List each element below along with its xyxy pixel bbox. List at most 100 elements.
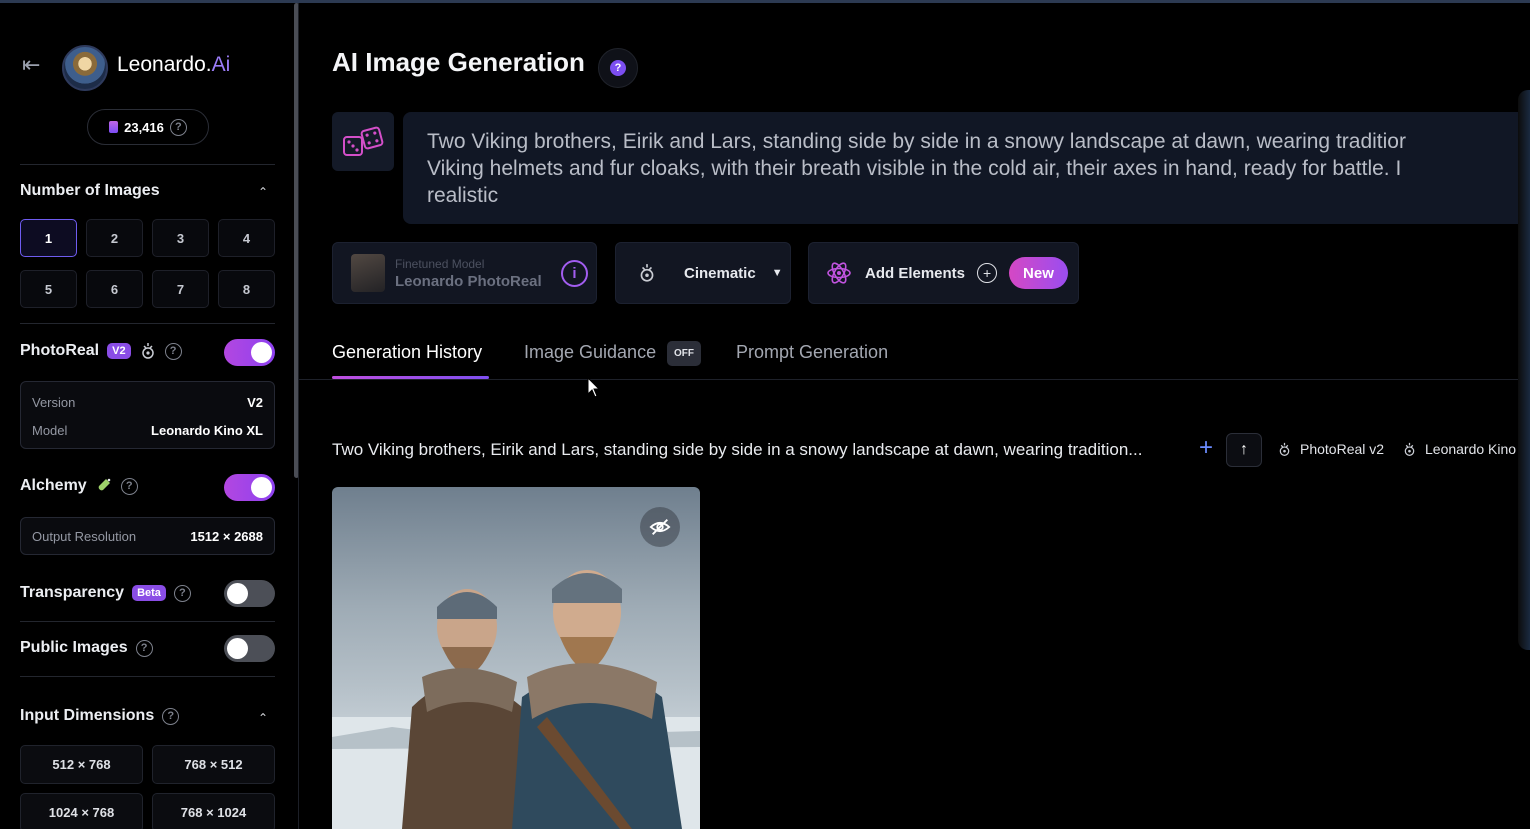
plus-icon[interactable]: + [1194, 436, 1218, 461]
num-images-option[interactable]: 8 [218, 270, 275, 308]
output-resolution-label: Output Resolution [32, 528, 137, 544]
dice-icon [343, 126, 384, 156]
help-button[interactable]: ? [598, 48, 638, 88]
leonardo-logo[interactable] [62, 45, 108, 91]
question-icon[interactable]: ? [164, 342, 182, 360]
photoreal-label: PhotoReal [20, 342, 100, 359]
public-images-row: Public Images ? [20, 639, 153, 657]
prompt-line: Viking helmets and fur cloaks, with thei… [427, 157, 1402, 180]
dimension-option[interactable]: 768 × 512 [152, 745, 275, 784]
num-images-option[interactable]: 5 [20, 270, 77, 308]
photoreal-tag: PhotoReal v2 [1277, 441, 1384, 457]
add-elements-button[interactable]: Add Elements + New [808, 242, 1079, 304]
dimension-option[interactable]: 512 × 768 [20, 745, 143, 784]
atom-icon [827, 262, 851, 284]
model-tag-label: Leonardo Kino [1425, 441, 1517, 457]
input-dimensions-grid: 512 × 768 768 × 512 1024 × 768 768 × 102… [20, 745, 275, 829]
sidebar: ⇤ Leonardo.Ai 23,416 ? Number of Images … [0, 3, 296, 829]
question-icon[interactable]: ? [120, 477, 138, 495]
public-images-toggle[interactable] [224, 635, 275, 662]
tab-prompt-generation[interactable]: Prompt Generation [736, 342, 888, 363]
token-icon [109, 121, 119, 133]
num-images-option[interactable]: 1 [20, 219, 77, 257]
sidebar-divider [298, 3, 299, 829]
plus-circle-icon: + [977, 263, 998, 283]
style-label: Cinematic [684, 264, 756, 282]
caret-down-icon: ▼ [771, 267, 783, 279]
beta-badge: Beta [132, 585, 166, 601]
tab-image-guidance[interactable]: Image Guidance [524, 342, 656, 363]
num-images-option[interactable]: 4 [218, 219, 275, 257]
divider [20, 323, 275, 324]
input-dimensions-title: Input Dimensions [20, 707, 155, 724]
public-images-label: Public Images [20, 639, 128, 656]
num-images-option[interactable]: 3 [152, 219, 209, 257]
alchemy-row: Alchemy ? [20, 477, 138, 495]
photoreal-settings-card[interactable]: Version V2 Model Leonardo Kino XL [20, 381, 275, 449]
mouse-cursor-icon [587, 377, 601, 398]
finetuned-model-name: Leonardo PhotoReal [395, 272, 542, 290]
token-balance[interactable]: 23,416 ? [87, 109, 209, 145]
output-resolution-card: Output Resolution 1512 × 2688 [20, 517, 275, 555]
tabs-divider [299, 379, 1519, 380]
prompt-line: realistic [427, 184, 499, 207]
input-dimensions-row: Input Dimensions ? [20, 707, 180, 725]
chevron-up-icon[interactable]: ⌃ [258, 185, 270, 199]
model-tag: Leonardo Kino [1402, 441, 1516, 457]
question-icon: ? [610, 60, 626, 76]
dimension-option[interactable]: 768 × 1024 [152, 793, 275, 829]
finetuned-model-caption: Finetuned Model [395, 256, 485, 271]
finetuned-model-selector[interactable]: Finetuned Model Leonardo PhotoReal i [332, 242, 597, 304]
page-title: AI Image Generation [332, 47, 585, 77]
image-guidance-off-badge: OFF [667, 341, 701, 366]
model-label: Model [32, 422, 68, 438]
model-value: Leonardo Kino XL [151, 422, 263, 438]
alchemy-label: Alchemy [20, 477, 87, 494]
num-images-option[interactable]: 6 [86, 270, 143, 308]
alchemy-toggle[interactable] [224, 474, 275, 501]
cinematic-icon [640, 264, 654, 282]
num-images-option[interactable]: 7 [152, 270, 209, 308]
num-images-option[interactable]: 2 [86, 219, 143, 257]
question-icon[interactable]: ? [135, 639, 153, 657]
divider [20, 621, 275, 622]
question-icon[interactable]: ? [169, 118, 187, 136]
version-label: Version [32, 394, 76, 410]
token-count: 23,416 [124, 119, 164, 135]
hide-image-button[interactable] [640, 507, 680, 547]
history-prompt-text: Two Viking brothers, Eirik and Lars, sta… [332, 440, 1143, 459]
transparency-label: Transparency [20, 584, 125, 601]
right-panel-edge [1518, 90, 1530, 650]
photoreal-tag-label: PhotoReal v2 [1300, 441, 1385, 457]
cinematic-icon [1279, 442, 1290, 456]
generated-image[interactable] [332, 487, 700, 829]
style-selector[interactable]: Cinematic ▼ [615, 242, 791, 304]
brand-name: Leonardo.Ai [117, 53, 231, 76]
divider [20, 676, 275, 677]
number-of-images-title: Number of Images [20, 182, 160, 199]
tab-generation-history[interactable]: Generation History [332, 342, 482, 363]
prompt-input[interactable]: Two Viking brothers, Eirik and Lars, sta… [403, 112, 1530, 224]
arrow-up-icon[interactable]: ↑ [1226, 433, 1262, 467]
add-elements-label: Add Elements [865, 264, 966, 282]
number-of-images-grid: 1 2 3 4 5 6 7 8 [20, 219, 275, 308]
cinematic-icon [141, 343, 154, 359]
question-icon[interactable]: ? [162, 707, 180, 725]
photoreal-version-badge: V2 [107, 343, 131, 359]
info-icon[interactable]: i [561, 260, 588, 287]
potion-icon [98, 478, 111, 491]
chevron-up-icon[interactable]: ⌃ [258, 711, 270, 725]
dimension-option[interactable]: 1024 × 768 [20, 793, 143, 829]
cinematic-icon [1404, 442, 1415, 456]
version-value: V2 [247, 394, 263, 410]
random-prompt-button[interactable] [332, 112, 394, 171]
prompt-line: Two Viking brothers, Eirik and Lars, sta… [427, 130, 1406, 153]
transparency-toggle[interactable] [224, 580, 275, 607]
new-badge: New [1009, 257, 1068, 289]
transparency-row: Transparency Beta ? [20, 584, 191, 602]
photoreal-row: PhotoReal V2 ? [20, 342, 182, 360]
question-icon[interactable]: ? [173, 584, 191, 602]
back-arrow-icon[interactable]: ⇤ [22, 53, 48, 77]
model-thumbnail [351, 254, 385, 292]
photoreal-toggle[interactable] [224, 339, 275, 366]
